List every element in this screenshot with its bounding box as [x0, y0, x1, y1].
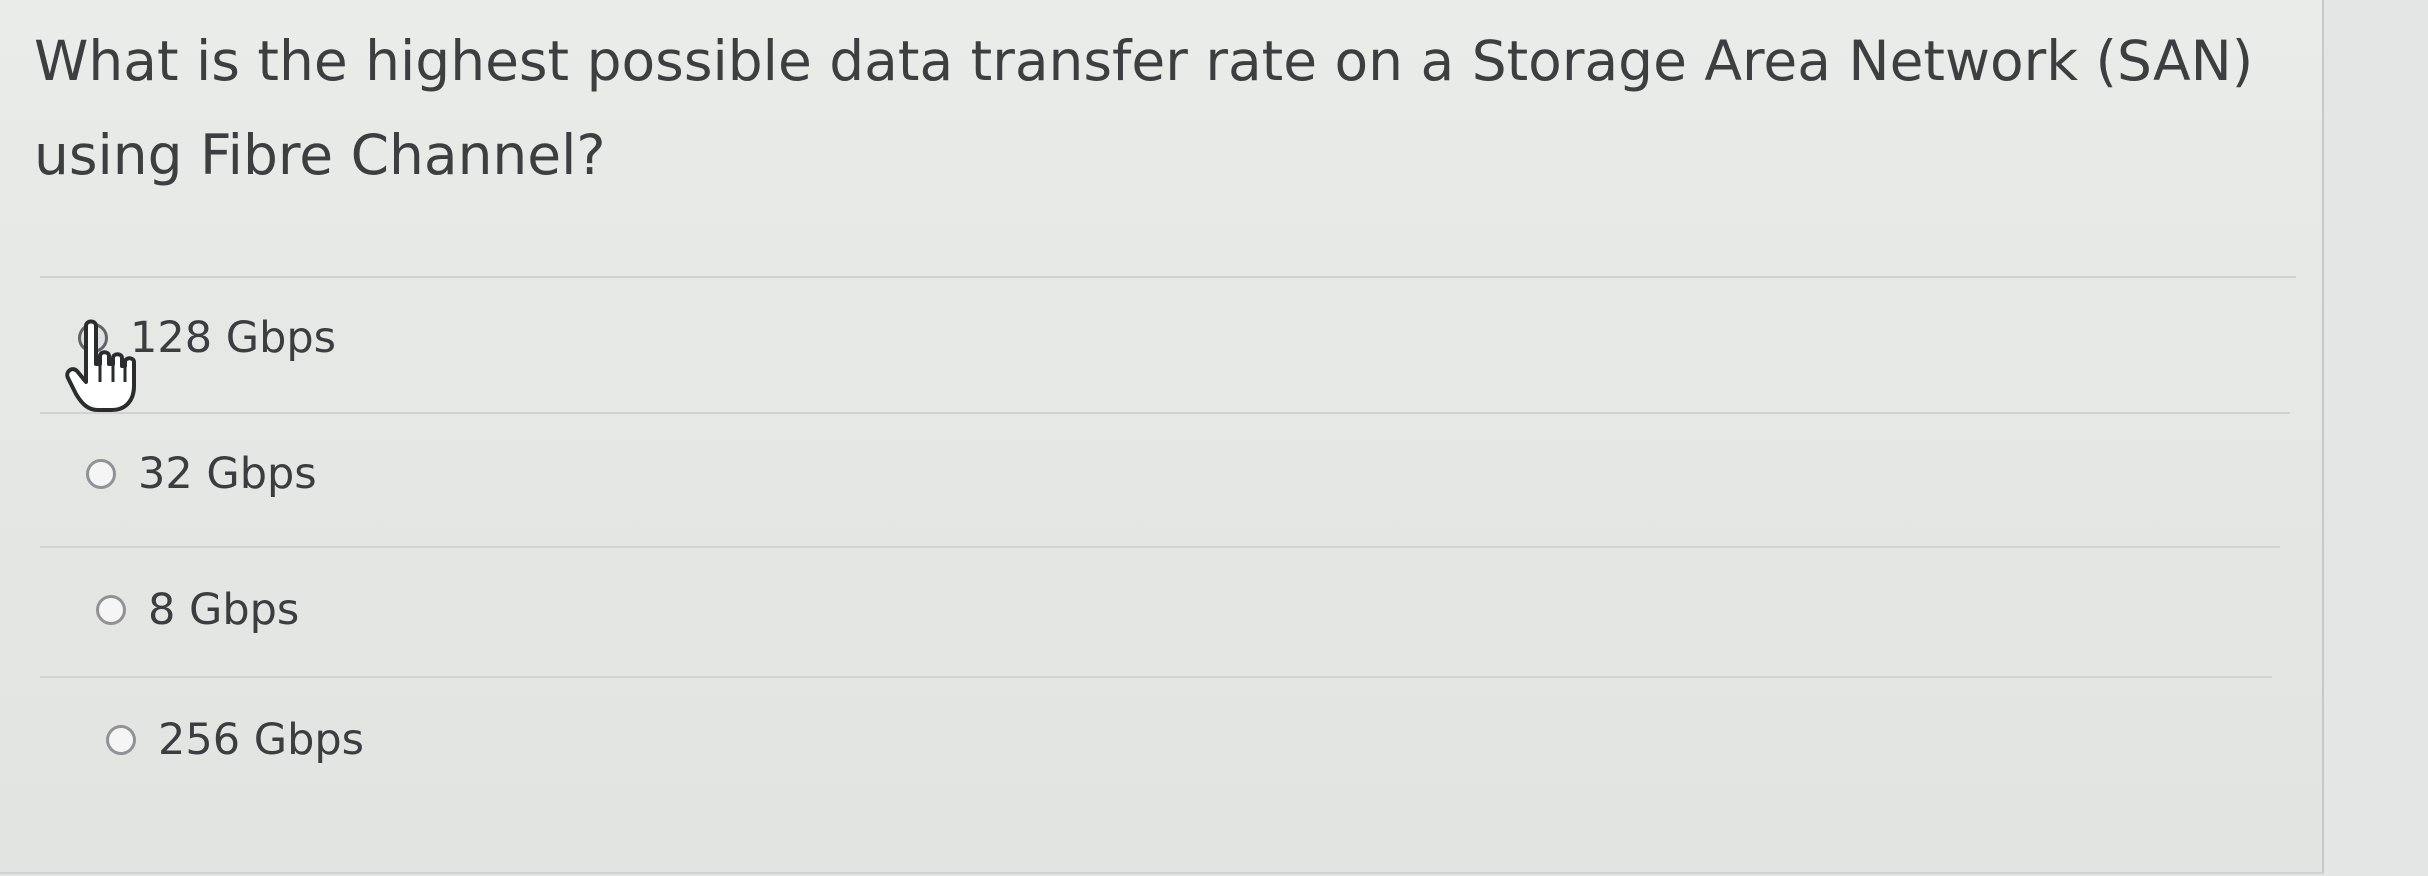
radio-button-option-3[interactable] [96, 595, 126, 625]
quiz-question-panel: What is the highest possible data transf… [0, 0, 2324, 874]
divider-top [40, 276, 2296, 278]
divider-2 [40, 546, 2280, 548]
option-label-1: 128 Gbps [130, 313, 337, 363]
radio-button-option-2[interactable] [86, 459, 116, 489]
radio-button-option-4[interactable] [106, 725, 136, 755]
answer-option-4[interactable]: 256 Gbps [106, 700, 364, 780]
answer-option-2[interactable]: 32 Gbps [86, 434, 317, 514]
divider-3 [40, 676, 2272, 678]
divider-1 [40, 412, 2290, 414]
option-label-3: 8 Gbps [148, 585, 300, 635]
answer-option-3[interactable]: 8 Gbps [96, 570, 299, 650]
hand-pointer-icon [65, 319, 136, 412]
option-label-2: 32 Gbps [138, 449, 317, 499]
option-label-4: 256 Gbps [158, 715, 365, 765]
page-margin [2324, 0, 2428, 876]
question-text: What is the highest possible data transf… [34, 29, 2254, 187]
